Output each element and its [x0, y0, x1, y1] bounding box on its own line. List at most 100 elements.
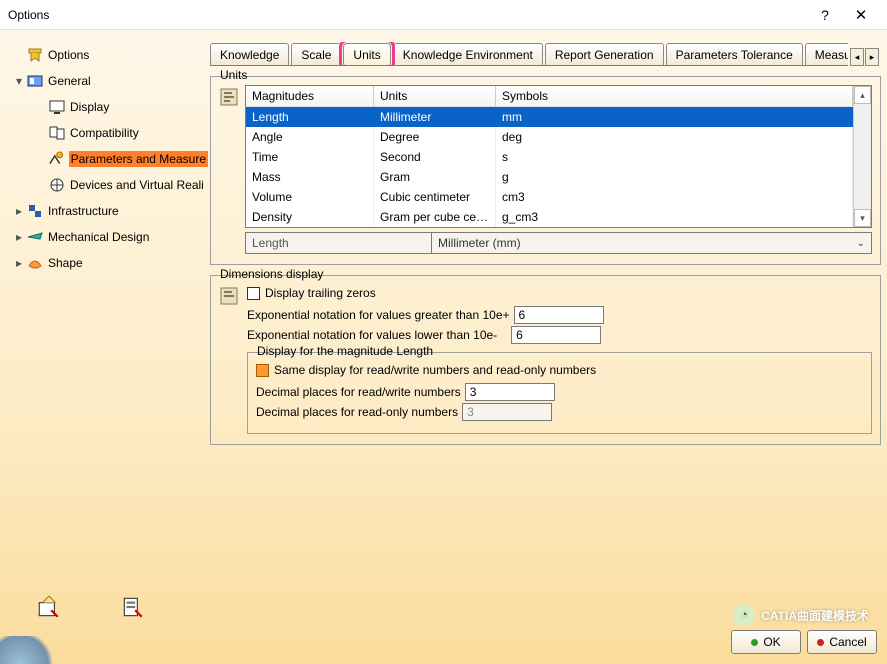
- shape-icon: [26, 254, 44, 272]
- chevron-down-icon: ⌄: [857, 238, 865, 249]
- tree-item-label: Devices and Virtual Reali: [70, 178, 204, 192]
- close-button[interactable]: ✕: [843, 1, 879, 29]
- dec-ro-input: 3: [462, 403, 552, 421]
- table-row[interactable]: TimeSeconds: [246, 147, 853, 167]
- infra-icon: [26, 202, 44, 220]
- exp-low-input[interactable]: 6: [511, 326, 601, 344]
- tab-parameters-tolerance[interactable]: Parameters Tolerance: [666, 43, 803, 66]
- units-legend: Units: [217, 68, 250, 82]
- decoration: [0, 636, 58, 664]
- config-icon[interactable]: [219, 87, 239, 107]
- watermark: ◔ CATIA曲面建模技术: [733, 604, 869, 626]
- unit-selector-value[interactable]: Millimeter (mm) ⌄: [432, 233, 871, 253]
- table-row[interactable]: VolumeCubic centimetercm3: [246, 187, 853, 207]
- tree-item-shape[interactable]: ▸Shape: [14, 252, 208, 274]
- units-table[interactable]: Magnitudes Units Symbols LengthMillimete…: [245, 85, 872, 228]
- tabs-row: KnowledgeScaleUnitsKnowledge Environment…: [210, 36, 881, 66]
- tree-item-mechanical-design[interactable]: ▸ Mechanical Design: [14, 226, 208, 248]
- config-icon[interactable]: [219, 286, 239, 306]
- tree-item-display[interactable]: Display: [14, 96, 208, 118]
- dialog-buttons: OK Cancel: [731, 630, 877, 654]
- reset-icon[interactable]: [36, 594, 62, 620]
- cell-unit: Millimeter: [374, 107, 496, 127]
- twisty-icon[interactable]: ▾: [14, 74, 24, 88]
- exp-high-label: Exponential notation for values greater …: [247, 308, 510, 322]
- cell-symbol: s: [496, 147, 853, 167]
- tab-strip: KnowledgeScaleUnitsKnowledge Environment…: [210, 42, 848, 66]
- unit-selector-text: Millimeter (mm): [438, 236, 521, 250]
- param-icon: [47, 150, 65, 168]
- devices-icon: [48, 176, 66, 194]
- scroll-track[interactable]: [854, 104, 871, 209]
- tree-item-label: Compatibility: [70, 126, 139, 140]
- ok-button[interactable]: OK: [731, 630, 801, 654]
- tree-item-options[interactable]: Options: [14, 44, 208, 66]
- options-icon: [26, 46, 44, 64]
- nav-tree: Options ▾General Display Compatibility Param…: [0, 30, 208, 664]
- tree-item-parameters-and-measure[interactable]: Parameters and Measure: [14, 148, 208, 170]
- checkbox-icon[interactable]: [247, 287, 260, 300]
- cell-unit: Second: [374, 147, 496, 167]
- tree-item-devices-and-virtual-reali[interactable]: Devices and Virtual Reali: [14, 174, 208, 196]
- cell-symbol: cm3: [496, 187, 853, 207]
- tab-report-generation[interactable]: Report Generation: [545, 43, 664, 66]
- cell-magnitude: Mass: [246, 167, 374, 187]
- tree-item-general[interactable]: ▾General: [14, 70, 208, 92]
- table-scrollbar[interactable]: ▴ ▾: [853, 86, 871, 227]
- tab-units[interactable]: Units: [343, 43, 390, 66]
- unit-selector[interactable]: Length Millimeter (mm) ⌄: [245, 232, 872, 254]
- tree-item-label: Mechanical Design: [48, 230, 149, 244]
- twisty-icon[interactable]: ▸: [14, 204, 24, 218]
- tab-knowledge[interactable]: Knowledge: [210, 43, 289, 66]
- tab-scroll-left[interactable]: ◂: [850, 48, 864, 66]
- display-icon: [48, 98, 66, 116]
- same-display-row[interactable]: Same display for read/write numbers and …: [256, 363, 863, 377]
- cancel-dot-icon: [817, 639, 824, 646]
- cell-symbol: g_cm3: [496, 207, 853, 227]
- units-table-header: Magnitudes Units Symbols: [246, 86, 853, 107]
- general-icon: [26, 72, 44, 90]
- cell-magnitude: Volume: [246, 187, 374, 207]
- scroll-up-icon[interactable]: ▴: [854, 86, 871, 104]
- cell-symbol: deg: [496, 127, 853, 147]
- export-icon[interactable]: [120, 594, 146, 620]
- table-row[interactable]: MassGramg: [246, 167, 853, 187]
- same-display-label: Same display for read/write numbers and …: [274, 363, 596, 377]
- titlebar: Options ? ✕: [0, 0, 887, 30]
- exp-high-input[interactable]: 6: [514, 306, 604, 324]
- tree-item-label: Infrastructure: [48, 204, 119, 218]
- window-title: Options: [8, 8, 807, 22]
- tab-scale[interactable]: Scale: [291, 43, 341, 66]
- col-units[interactable]: Units: [374, 86, 496, 106]
- twisty-icon[interactable]: ▸: [14, 256, 24, 270]
- tab-scroll-right[interactable]: ▸: [865, 48, 879, 66]
- checkbox-checked-icon[interactable]: [256, 364, 269, 377]
- tree-item-label: Options: [48, 48, 89, 62]
- trailing-zeros-label: Display trailing zeros: [265, 286, 376, 300]
- trailing-zeros-row[interactable]: Display trailing zeros: [247, 286, 872, 300]
- help-button[interactable]: ?: [807, 1, 843, 29]
- cell-unit: Gram per cube cen...: [374, 207, 496, 227]
- table-row[interactable]: LengthMillimetermm: [246, 107, 853, 127]
- tab-knowledge-environment[interactable]: Knowledge Environment: [393, 43, 543, 66]
- scroll-down-icon[interactable]: ▾: [854, 209, 871, 227]
- cell-magnitude: Density: [246, 207, 374, 227]
- dec-rw-input[interactable]: 3: [465, 383, 555, 401]
- cell-unit: Gram: [374, 167, 496, 187]
- magnitude-legend: Display for the magnitude Length: [254, 344, 436, 358]
- cell-symbol: g: [496, 167, 853, 187]
- col-symbols[interactable]: Symbols: [496, 86, 853, 106]
- tree-item-compatibility[interactable]: Compatibility: [14, 122, 208, 144]
- tree-item-infrastructure[interactable]: ▸ Infrastructure: [14, 200, 208, 222]
- cancel-button[interactable]: Cancel: [807, 630, 877, 654]
- table-row[interactable]: DensityGram per cube cen...g_cm3: [246, 207, 853, 227]
- tab-scroll: ◂ ▸: [848, 48, 881, 66]
- col-magnitudes[interactable]: Magnitudes: [246, 86, 374, 106]
- exp-low-label: Exponential notation for values lower th…: [247, 328, 497, 342]
- twisty-icon[interactable]: ▸: [14, 230, 24, 244]
- tree-item-label: Display: [70, 100, 109, 114]
- table-row[interactable]: AngleDegreedeg: [246, 127, 853, 147]
- tab-measu[interactable]: Measu: [805, 43, 848, 66]
- watermark-text: CATIA曲面建模技术: [761, 607, 869, 624]
- ok-label: OK: [763, 635, 780, 649]
